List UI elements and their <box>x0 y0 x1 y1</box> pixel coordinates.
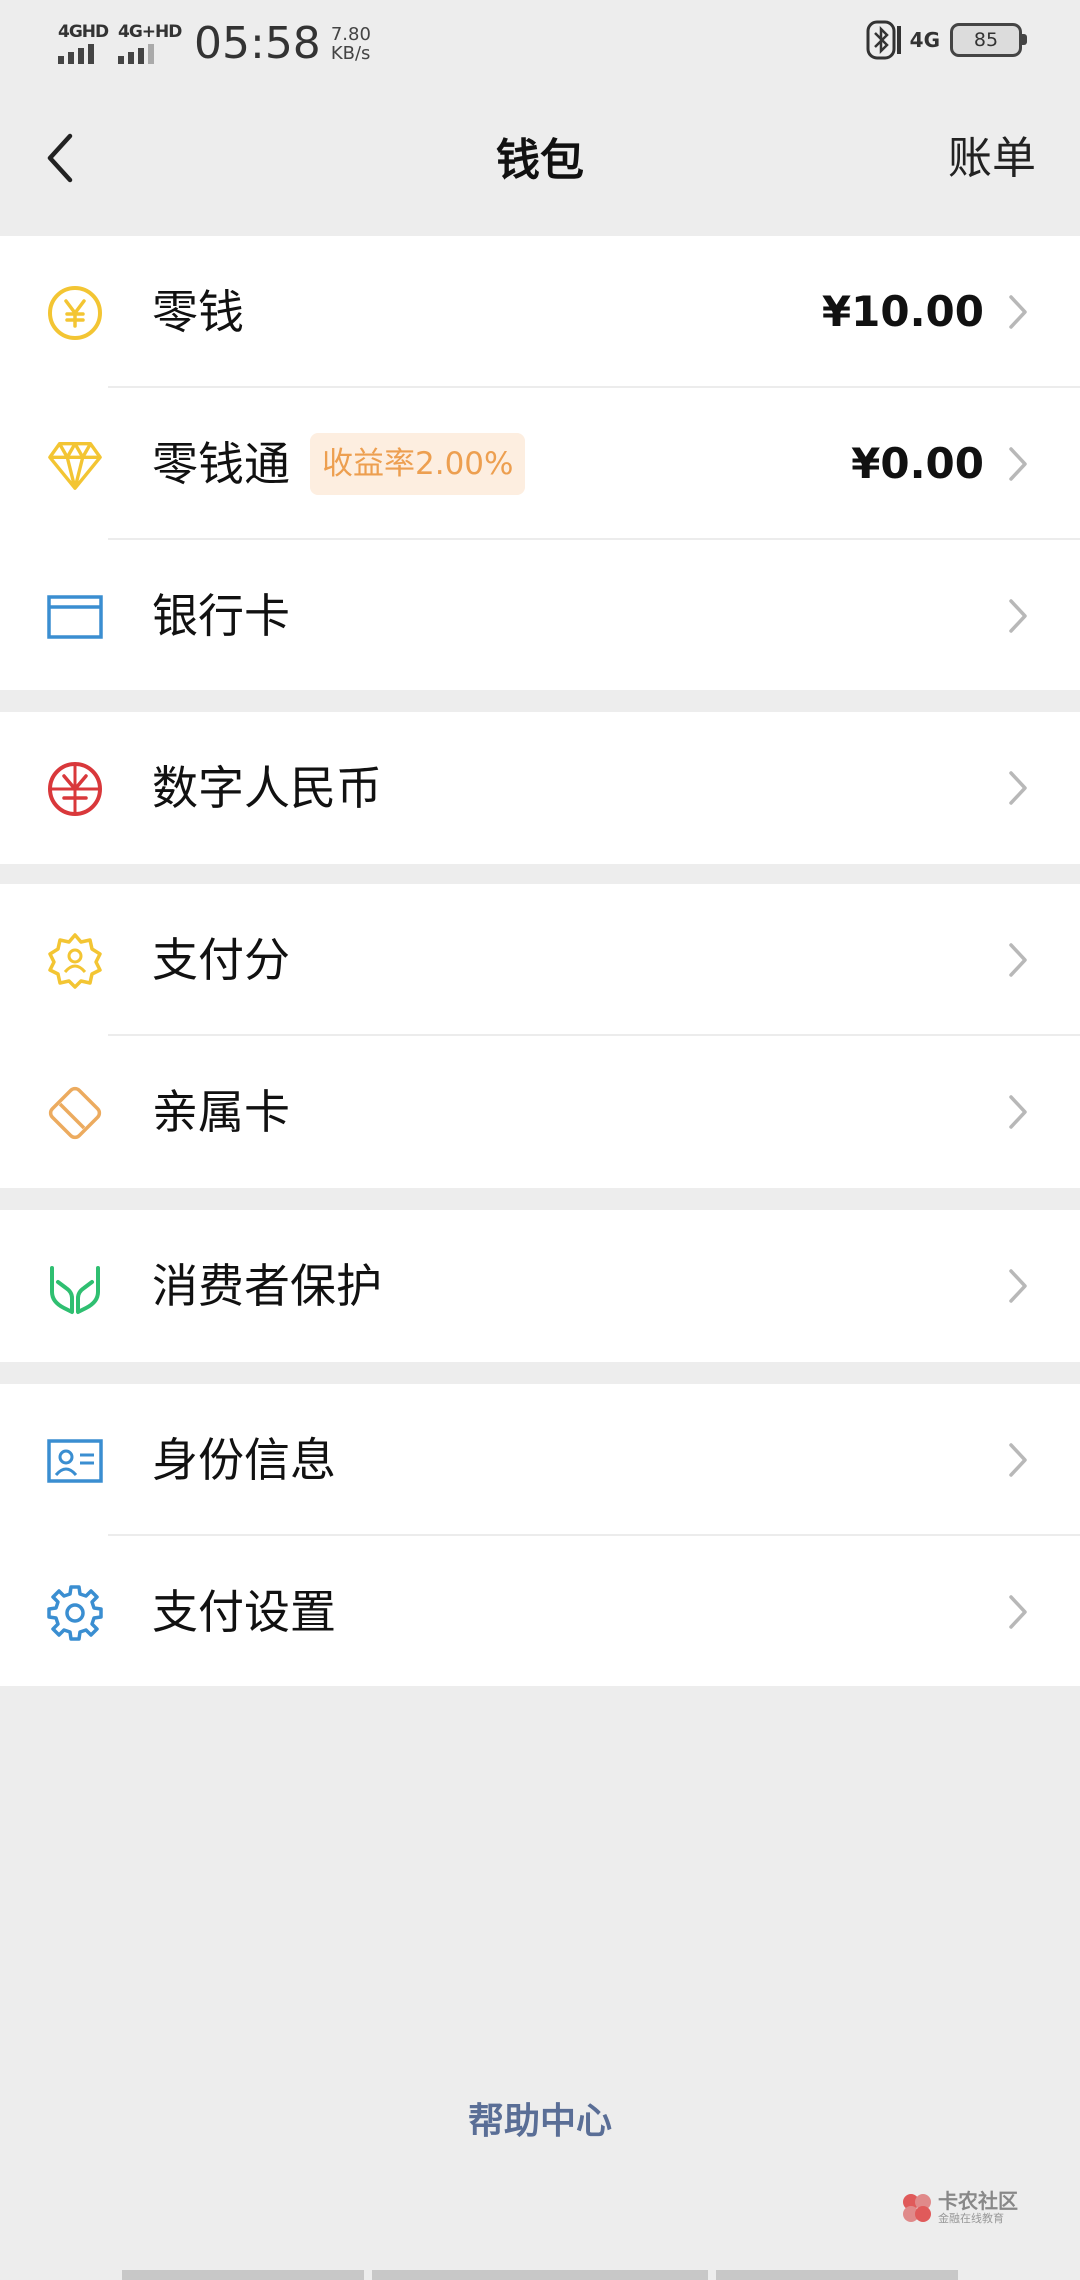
id-card-icon <box>46 1432 104 1490</box>
identity-label: 身份信息 <box>152 1433 336 1487</box>
digital-rmb-label: 数字人民币 <box>152 761 382 815</box>
wallet-group-2: 数字人民币 <box>0 712 1080 864</box>
net-speed-value: 7.80 <box>330 23 371 45</box>
network-type: 4G <box>909 28 940 52</box>
status-right: 4G 85 <box>864 20 1027 60</box>
change-plus-label: 零钱通 <box>152 437 290 491</box>
bill-button[interactable]: 账单 <box>948 122 1036 186</box>
change-row[interactable]: 零钱 ¥10.00 <box>0 236 1080 388</box>
pay-settings-row[interactable]: 支付设置 <box>0 1536 1080 1686</box>
gesture-bar <box>122 2270 364 2280</box>
sim1-signal: 4GHD <box>58 21 109 66</box>
consumer-protection-label: 消费者保护 <box>152 1259 382 1313</box>
chevron-right-icon <box>1009 447 1027 481</box>
chevron-right-icon <box>1009 1595 1027 1629</box>
watermark: 卡农社区 金融在线教育 <box>900 2190 1018 2225</box>
badge-star-icon <box>46 932 104 990</box>
change-label: 零钱 <box>152 285 244 339</box>
gear-icon <box>46 1584 104 1642</box>
status-bar: 4GHD 4G+HD 05:58 7.80 KB/s 4G 85 <box>0 0 1080 84</box>
chevron-right-icon <box>1009 1443 1027 1477</box>
bank-card-row[interactable]: 银行卡 <box>0 540 1080 690</box>
page-title: 钱包 <box>496 135 584 186</box>
wallet-group-1: 零钱 ¥10.00 零钱通 收益率2.00% ¥0.00 银行卡 <box>0 236 1080 690</box>
digital-rmb-icon <box>46 760 104 818</box>
net-speed-unit: KB/s <box>330 42 371 64</box>
chevron-right-icon <box>1009 771 1027 805</box>
change-plus-row[interactable]: 零钱通 收益率2.00% ¥0.00 <box>0 388 1080 540</box>
bluetooth-icon <box>864 20 904 60</box>
watermark-text: 卡农社区 金融在线教育 <box>938 2190 1018 2225</box>
diamond-icon <box>46 436 104 494</box>
consumer-protection-row[interactable]: 消费者保护 <box>0 1210 1080 1362</box>
chevron-right-icon <box>1009 599 1027 633</box>
chevron-right-icon <box>1009 1269 1027 1303</box>
hands-icon <box>46 1258 104 1316</box>
watermark-name: 卡农社区 <box>938 2189 1018 2213</box>
card-icon <box>46 588 104 646</box>
yield-rate-badge: 收益率2.00% <box>310 433 526 495</box>
gesture-bar <box>716 2270 958 2280</box>
sim1-label: 4GHD <box>58 21 109 42</box>
digital-rmb-row[interactable]: 数字人民币 <box>0 712 1080 864</box>
identity-row[interactable]: 身份信息 <box>0 1384 1080 1536</box>
nav-bar: 钱包 账单 <box>0 84 1080 236</box>
pay-settings-label: 支付设置 <box>152 1585 336 1639</box>
battery-level: 85 <box>973 29 999 51</box>
sim2-label: 4G+HD <box>118 21 182 42</box>
wallet-group-4: 消费者保护 <box>0 1210 1080 1362</box>
change-plus-balance: ¥0.00 <box>851 439 984 488</box>
wallet-group-5: 身份信息 支付设置 <box>0 1384 1080 1686</box>
chevron-right-icon <box>1009 1095 1027 1129</box>
signal-bars-icon <box>58 43 98 64</box>
yen-coin-icon <box>46 284 104 342</box>
watermark-logo-icon <box>900 2191 934 2225</box>
gesture-bar <box>372 2270 708 2280</box>
pay-score-label: 支付分 <box>152 933 290 987</box>
status-left: 4GHD 4G+HD 05:58 7.80 KB/s <box>58 18 371 69</box>
battery-icon: 85 <box>950 23 1027 57</box>
sim2-signal: 4G+HD <box>118 22 182 66</box>
net-speed: 7.80 KB/s <box>331 25 371 63</box>
family-card-row[interactable]: 亲属卡 <box>0 1036 1080 1188</box>
change-balance: ¥10.00 <box>821 287 984 336</box>
bank-card-label: 银行卡 <box>152 589 290 643</box>
chevron-right-icon <box>1009 943 1027 977</box>
family-card-icon <box>46 1084 104 1142</box>
family-card-label: 亲属卡 <box>152 1085 290 1139</box>
bottom-gesture-bars <box>0 2268 1080 2280</box>
help-center-link[interactable]: 帮助中心 <box>0 2092 1080 2144</box>
watermark-sub: 金融在线教育 <box>938 2212 1004 2225</box>
pay-score-row[interactable]: 支付分 <box>0 884 1080 1036</box>
clock: 05:58 <box>194 18 321 69</box>
signal-bars-icon <box>118 43 158 64</box>
chevron-right-icon <box>1009 295 1027 329</box>
wallet-group-3: 支付分 亲属卡 <box>0 884 1080 1188</box>
